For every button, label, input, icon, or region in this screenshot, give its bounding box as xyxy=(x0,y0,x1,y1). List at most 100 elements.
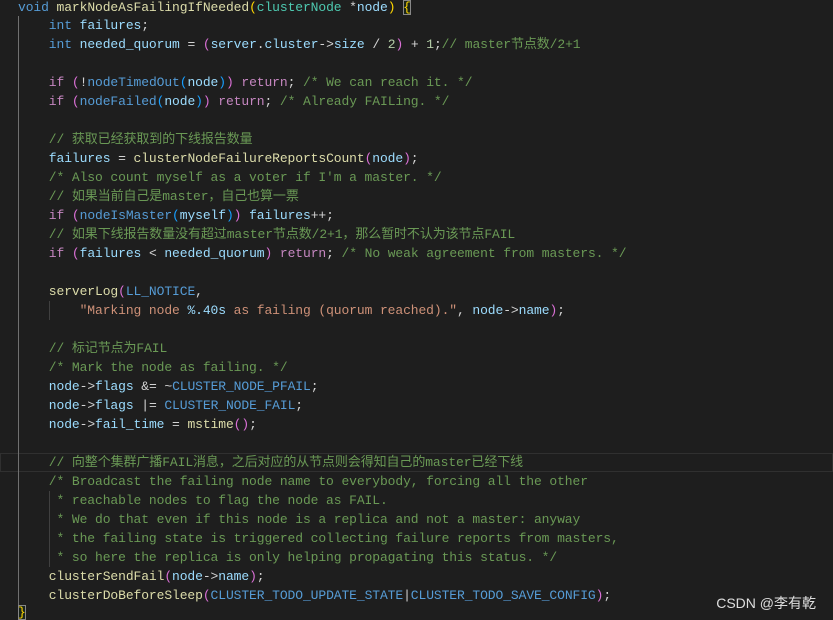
code-token: name xyxy=(218,569,250,584)
code-line[interactable]: /* Also count myself as a voter if I'm a… xyxy=(0,168,833,187)
code-line[interactable]: if (nodeIsMaster(myself)) failures++; xyxy=(0,206,833,225)
code-line[interactable] xyxy=(0,434,833,453)
code-line[interactable]: "Marking node %.40s as failing (quorum r… xyxy=(0,301,833,320)
indent-guide xyxy=(18,434,19,453)
code-token: ; xyxy=(249,417,257,432)
code-token: -> xyxy=(79,398,96,413)
code-token: cluster xyxy=(264,37,319,52)
code-token: ( xyxy=(71,208,80,223)
code-token: |= xyxy=(133,398,165,413)
code-line[interactable]: if (failures < needed_quorum) return; /*… xyxy=(0,244,833,263)
code-token: needed_quorum xyxy=(79,37,180,52)
code-token: ) xyxy=(395,37,404,52)
code-token: () xyxy=(233,417,250,432)
code-line[interactable]: node->flags |= CLUSTER_NODE_FAIL; xyxy=(0,396,833,415)
indent-guide xyxy=(18,54,19,73)
code-token: ; xyxy=(326,246,342,261)
code-line[interactable]: int needed_quorum = (server.cluster->siz… xyxy=(0,35,833,54)
code-line[interactable] xyxy=(0,111,833,130)
code-line[interactable]: // 如果当前自己是master，自己也算一票 xyxy=(0,187,833,206)
code-token: name xyxy=(518,303,550,318)
code-token: CLUSTER_NODE_FAIL xyxy=(164,398,296,413)
code-token: /* Mark the node as failing. */ xyxy=(18,360,288,375)
code-line[interactable]: * the failing state is triggered collect… xyxy=(0,529,833,548)
code-line[interactable]: * We do that even if this node is a repl… xyxy=(0,510,833,529)
code-line[interactable]: node->flags &= ~CLUSTER_NODE_PFAIL; xyxy=(0,377,833,396)
code-token: server xyxy=(210,37,257,52)
code-line[interactable]: // 向整个集群广播FAIL消息，之后对应的从节点则会得知自己的master已经… xyxy=(0,453,833,472)
code-line[interactable]: * reachable nodes to flag the node as FA… xyxy=(0,491,833,510)
code-token: node xyxy=(372,151,404,166)
code-token: flags xyxy=(95,398,134,413)
code-token: ; xyxy=(557,303,565,318)
code-line[interactable]: * so here the replica is only helping pr… xyxy=(0,548,833,567)
code-token: /* We can reach it. */ xyxy=(303,75,473,90)
code-token: ) xyxy=(225,75,234,90)
code-line[interactable]: if (!nodeTimedOut(node)) return; /* We c… xyxy=(0,73,833,92)
code-token: nodeIsMaster xyxy=(79,208,173,223)
code-line[interactable] xyxy=(0,54,833,73)
code-editor[interactable]: void markNodeAsFailingIfNeeded(clusterNo… xyxy=(0,0,833,620)
code-token: if xyxy=(18,75,65,90)
code-token: clusterNodeFailureReportsCount xyxy=(133,151,365,166)
code-line[interactable]: /* Broadcast the failing node name to ev… xyxy=(0,472,833,491)
code-token: myself xyxy=(179,208,226,223)
code-line[interactable]: } xyxy=(0,605,833,620)
code-line[interactable] xyxy=(0,320,833,339)
code-token: ; xyxy=(287,75,303,90)
code-token: * reachable nodes to flag the node as FA… xyxy=(18,493,388,508)
code-token: -> xyxy=(79,379,96,394)
code-line[interactable]: clusterSendFail(node->name); xyxy=(0,567,833,586)
code-token: int xyxy=(18,18,72,33)
code-token: = xyxy=(179,37,203,52)
code-line[interactable]: node->fail_time = mstime(); xyxy=(0,415,833,434)
code-line[interactable]: // 如果下线报告数量没有超过master节点数/2+1，那么暂时不认为该节点F… xyxy=(0,225,833,244)
code-line[interactable]: clusterDoBeforeSleep(CLUSTER_TODO_UPDATE… xyxy=(0,586,833,605)
code-token: // 如果下线报告数量没有超过master节点数/2+1，那么暂时不认为该节点F… xyxy=(18,227,516,242)
code-token: size xyxy=(333,37,365,52)
code-line[interactable]: /* Mark the node as failing. */ xyxy=(0,358,833,377)
code-token: failures xyxy=(249,208,311,223)
code-token: ) xyxy=(218,75,226,90)
code-token: = xyxy=(110,151,134,166)
code-token: ; xyxy=(433,37,442,52)
code-line[interactable] xyxy=(0,263,833,282)
code-line[interactable]: // 获取已经获取到的下线报告数量 xyxy=(0,130,833,149)
code-token: mstime xyxy=(187,417,234,432)
code-token: node xyxy=(356,0,388,15)
code-line[interactable]: serverLog(LL_NOTICE, xyxy=(0,282,833,301)
code-token: failures xyxy=(79,246,142,261)
code-token: ; xyxy=(141,18,149,33)
code-token: ( xyxy=(71,94,80,109)
indent-guide xyxy=(18,320,19,339)
code-line[interactable]: failures = clusterNodeFailureReportsCoun… xyxy=(0,149,833,168)
code-token: /* Also count myself as a voter if I'm a… xyxy=(18,170,442,185)
code-token: return xyxy=(241,75,288,90)
code-token: fail_time xyxy=(95,417,165,432)
code-token: ( xyxy=(249,0,257,15)
code-token: CLUSTER_TODO_SAVE_CONFIG xyxy=(410,588,596,603)
code-token: /* Broadcast the failing node name to ev… xyxy=(18,474,588,489)
code-line[interactable]: int failures; xyxy=(0,16,833,35)
code-token: -> xyxy=(79,417,96,432)
code-token: -> xyxy=(503,303,519,318)
code-token: CLUSTER_TODO_UPDATE_STATE xyxy=(210,588,404,603)
code-line[interactable]: // 标记节点为FAIL xyxy=(0,339,833,358)
code-line[interactable]: void markNodeAsFailingIfNeeded(clusterNo… xyxy=(0,0,833,16)
code-token: void xyxy=(18,0,49,15)
code-line[interactable]: if (nodeFailed(node)) return; /* Already… xyxy=(0,92,833,111)
code-token: // master节点数/2+1 xyxy=(441,37,581,52)
code-token: * We do that even if this node is a repl… xyxy=(18,512,581,527)
code-token: ( xyxy=(172,208,180,223)
code-token: node xyxy=(18,417,80,432)
code-token: clusterNode xyxy=(256,0,342,15)
matched-bracket: { xyxy=(403,0,411,15)
code-token: // 获取已经获取到的下线报告数量 xyxy=(18,132,253,147)
code-token: * the failing state is triggered collect… xyxy=(18,531,619,546)
